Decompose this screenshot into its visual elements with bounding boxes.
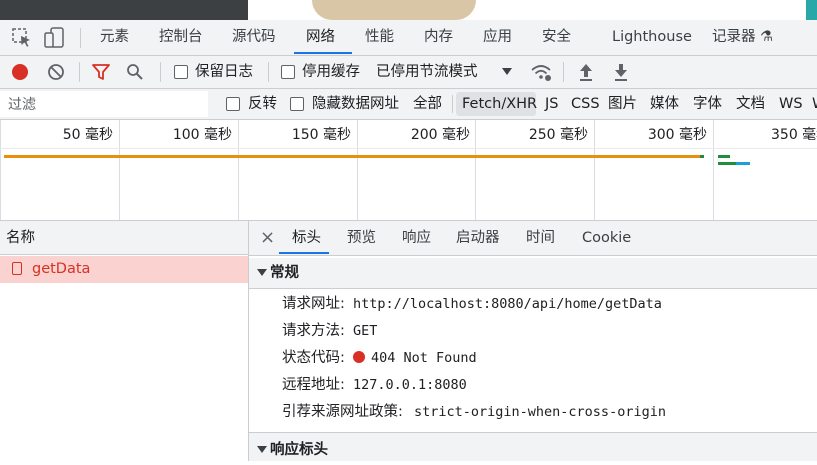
tick-label: 200 毫秒 [410, 127, 470, 143]
expand-triangle-icon[interactable] [257, 446, 267, 453]
record-icon[interactable] [11, 63, 29, 81]
tab-memory[interactable]: 内存 [424, 20, 453, 55]
tab-recorder[interactable]: 记录器 ⚗ [712, 20, 773, 55]
general-section-title[interactable]: 常规 [270, 258, 299, 288]
request-name[interactable]: getData [32, 256, 90, 283]
device-toolbar-icon[interactable] [44, 27, 66, 49]
name-column-header[interactable]: 名称 [0, 221, 248, 255]
filter-type-css[interactable]: CSS [571, 89, 600, 119]
disable-cache-label[interactable]: 停用缓存 [302, 56, 360, 88]
page-image [312, 0, 476, 20]
tab-lighthouse[interactable]: Lighthouse [612, 20, 692, 55]
panel-tab-bar: 元素 控制台 源代码 网络 性能 内存 应用 安全 Lighthouse 记录器… [0, 20, 817, 56]
filter-type-doc[interactable]: 文档 [736, 89, 765, 119]
tab-elements[interactable]: 元素 [100, 20, 129, 55]
page-accent-edge [806, 0, 817, 20]
tab-preview[interactable]: 预览 [347, 221, 376, 255]
remote-address-value: 127.0.0.1:8080 [353, 377, 467, 393]
throttling-select[interactable]: 已停用节流模式 [376, 56, 478, 88]
filter-input[interactable] [0, 91, 208, 117]
request-method-key: 请求方法: [282, 323, 345, 339]
tab-headers[interactable]: 标头 [292, 221, 321, 255]
chevron-down-icon[interactable] [502, 68, 512, 76]
tick-label: 50 毫秒 [62, 127, 113, 143]
filter-type-fetch-xhr[interactable]: Fetch/XHR [462, 89, 537, 119]
filter-type-js[interactable]: JS [545, 89, 558, 119]
tab-application[interactable]: 应用 [483, 20, 512, 55]
page-dark-area [0, 0, 248, 20]
close-icon[interactable]: × [260, 221, 275, 255]
import-har-icon[interactable] [578, 62, 594, 82]
request-url-value: http://localhost:8080/api/home/getData [353, 296, 662, 312]
clear-icon[interactable] [47, 63, 65, 81]
overview-axis-line [0, 148, 817, 149]
filter-icon[interactable] [91, 63, 111, 81]
hide-data-urls-label[interactable]: 隐藏数据网址 [312, 89, 399, 119]
tick-label: 350 毫秒 [771, 127, 817, 143]
tab-console[interactable]: 控制台 [159, 20, 203, 55]
filter-type-wasm[interactable]: W [812, 89, 817, 119]
network-toolbar: 保留日志 停用缓存 已停用节流模式 [0, 56, 817, 89]
invert-checkbox[interactable] [226, 97, 240, 111]
overview-marker [700, 155, 704, 158]
tab-timing[interactable]: 时间 [526, 221, 555, 255]
overview-marker [736, 162, 750, 165]
document-icon [12, 262, 22, 275]
filter-type-ws[interactable]: WS [779, 89, 803, 119]
tick-label: 100 毫秒 [172, 127, 232, 143]
tick-label: 250 毫秒 [528, 127, 588, 143]
tab-sources[interactable]: 源代码 [232, 20, 276, 55]
referrer-policy-value: strict-origin-when-cross-origin [414, 404, 666, 420]
request-url-key: 请求网址: [282, 296, 345, 312]
filter-type-img[interactable]: 图片 [608, 89, 637, 119]
response-headers-section-header[interactable] [249, 433, 817, 461]
tab-network[interactable]: 网络 [306, 20, 335, 55]
filter-type-media[interactable]: 媒体 [650, 89, 679, 119]
disable-cache-checkbox[interactable] [281, 65, 295, 79]
preserve-log-checkbox[interactable] [174, 65, 188, 79]
status-error-icon [353, 351, 365, 363]
overview-marker [718, 155, 730, 158]
tick-label: 300 毫秒 [647, 127, 707, 143]
search-icon[interactable] [126, 63, 144, 81]
expand-triangle-icon[interactable] [257, 269, 267, 276]
filter-type-font[interactable]: 字体 [693, 89, 722, 119]
overview-request-bar [4, 155, 702, 158]
general-section-header[interactable] [249, 258, 817, 289]
filter-type-all[interactable]: 全部 [413, 89, 442, 119]
tick-label: 150 毫秒 [291, 127, 351, 143]
tab-cookies[interactable]: Cookie [582, 221, 631, 255]
export-har-icon[interactable] [613, 62, 629, 82]
tab-security[interactable]: 安全 [542, 20, 571, 55]
remote-address-key: 远程地址: [282, 377, 345, 393]
tab-performance[interactable]: 性能 [365, 20, 394, 55]
status-code-key: 状态代码: [282, 350, 345, 366]
invert-label[interactable]: 反转 [248, 89, 277, 119]
preserve-log-label[interactable]: 保留日志 [195, 56, 253, 88]
network-conditions-icon[interactable] [530, 62, 552, 82]
active-tab-indicator [279, 252, 329, 254]
inspect-element-icon[interactable] [12, 28, 32, 48]
request-method-value: GET [353, 323, 378, 339]
tab-initiator[interactable]: 启动器 [456, 221, 500, 255]
status-code-value: 404 Not Found [371, 350, 477, 366]
hide-data-urls-checkbox[interactable] [290, 97, 304, 111]
referrer-policy-key: 引荐来源网址政策: [282, 404, 403, 420]
active-tab-indicator [294, 52, 352, 54]
tab-response[interactable]: 响应 [402, 221, 431, 255]
